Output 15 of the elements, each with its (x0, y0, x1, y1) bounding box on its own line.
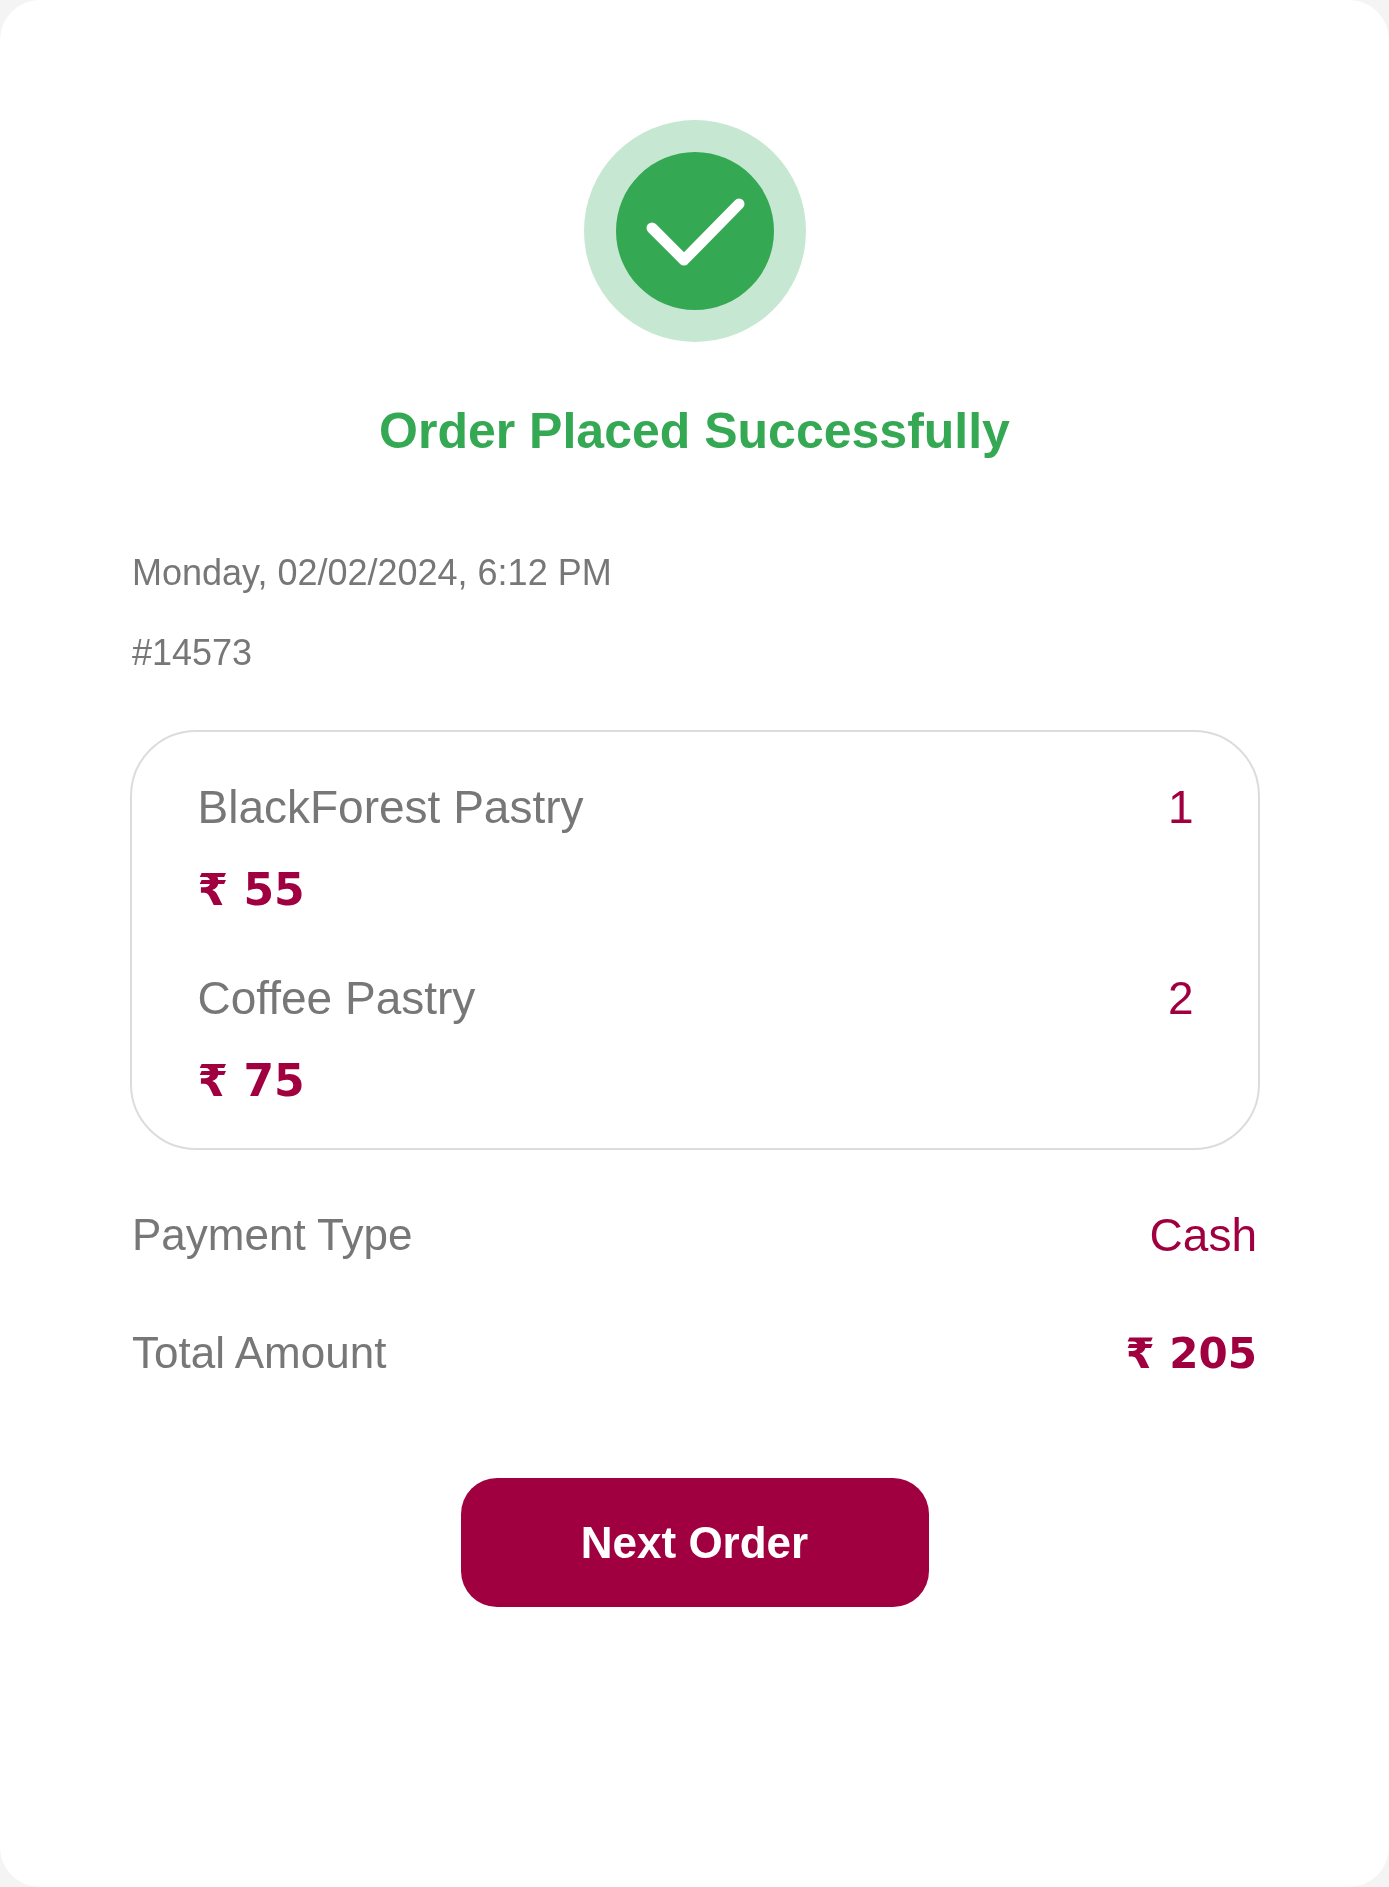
item-price: ₹ 75 (197, 1055, 306, 1106)
item-name: Coffee Pastry (197, 971, 476, 1025)
order-datetime: Monday, 02/02/2024, 6:12 PM (132, 552, 613, 594)
item-price: ₹ 55 (197, 864, 306, 915)
item-quantity: 1 (1167, 780, 1194, 834)
order-number: #14573 (132, 632, 254, 674)
summary-label: Payment Type (132, 1210, 413, 1260)
item-quantity: 2 (1167, 971, 1194, 1025)
success-check-icon (583, 120, 806, 342)
next-order-button[interactable]: Next Order (460, 1478, 929, 1607)
success-title: Order Placed Successfully (379, 402, 1010, 460)
summary-value: ₹ 205 (1125, 1328, 1257, 1378)
item-name: BlackForest Pastry (197, 780, 584, 834)
summary-value: Cash (1149, 1208, 1257, 1262)
summary-label: Total Amount (132, 1328, 387, 1378)
